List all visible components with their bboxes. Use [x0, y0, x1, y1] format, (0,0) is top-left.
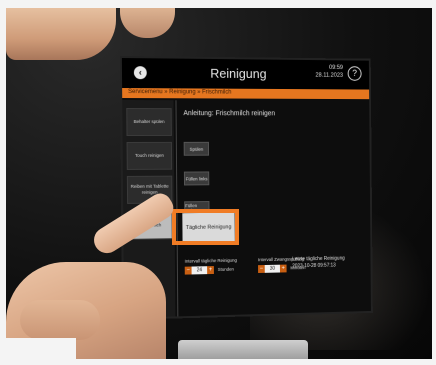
photo-scene: ‹ Reinigung 09:59 28.11.2023 ? Serviceme… [0, 0, 436, 365]
upper-hand [6, 8, 116, 60]
increment-icon[interactable]: + [207, 266, 214, 275]
interval-forced-stepper[interactable]: − 30 + [258, 264, 287, 273]
interval-daily-stepper[interactable]: − 24 + [184, 266, 214, 275]
device-base [178, 340, 308, 359]
clock-date: 28.11.2023 [315, 72, 344, 79]
frame-top [0, 0, 436, 8]
rinse-button[interactable]: Spülen [183, 141, 210, 156]
shirt-cuff [6, 338, 76, 359]
clock: 09:59 28.11.2023 [315, 64, 343, 80]
increment-icon[interactable]: + [279, 264, 287, 273]
back-icon[interactable]: ‹ [133, 66, 147, 80]
clock-time: 09:59 [328, 65, 344, 72]
interval-daily-unit: Stunden [217, 266, 234, 272]
interval-forced-value: 30 [264, 264, 280, 273]
highlight-box [172, 209, 239, 245]
sidebar-item-behalter-spulen[interactable]: Behalter spülen [126, 108, 172, 136]
instructions-heading: Anleitung: Frischmilch reinigen [183, 110, 276, 118]
help-icon[interactable]: ? [347, 66, 362, 81]
interval-daily-value: 24 [191, 266, 208, 275]
breadcrumb-text: Servicemenu » Reinigung » Frischmilch [128, 89, 232, 96]
sidebar-item-label: Touch reinigen [134, 152, 164, 158]
interval-forced-unit: Minuten [290, 265, 306, 271]
upper-hand-thumb [120, 8, 175, 38]
sidebar-item-touch-reinigen[interactable]: Touch reinigen [126, 141, 173, 170]
frame-left [0, 0, 6, 365]
interval-forced-label: Intervall Zwangsspülung [257, 256, 304, 263]
breadcrumb: Servicemenu » Reinigung » Frischmilch [122, 88, 370, 100]
fill-left-button[interactable]: Füllen links [183, 171, 210, 186]
interval-daily-label: Intervall tägliche Reinigung [184, 257, 238, 264]
page-title: Reinigung [210, 65, 267, 82]
header-bar: ‹ Reinigung 09:59 28.11.2023 ? [121, 58, 370, 90]
hand-knuckles [20, 300, 100, 340]
sidebar-item-label: Behalter spülen [133, 119, 165, 125]
frame-right [432, 0, 436, 365]
frame-bottom [0, 359, 436, 365]
